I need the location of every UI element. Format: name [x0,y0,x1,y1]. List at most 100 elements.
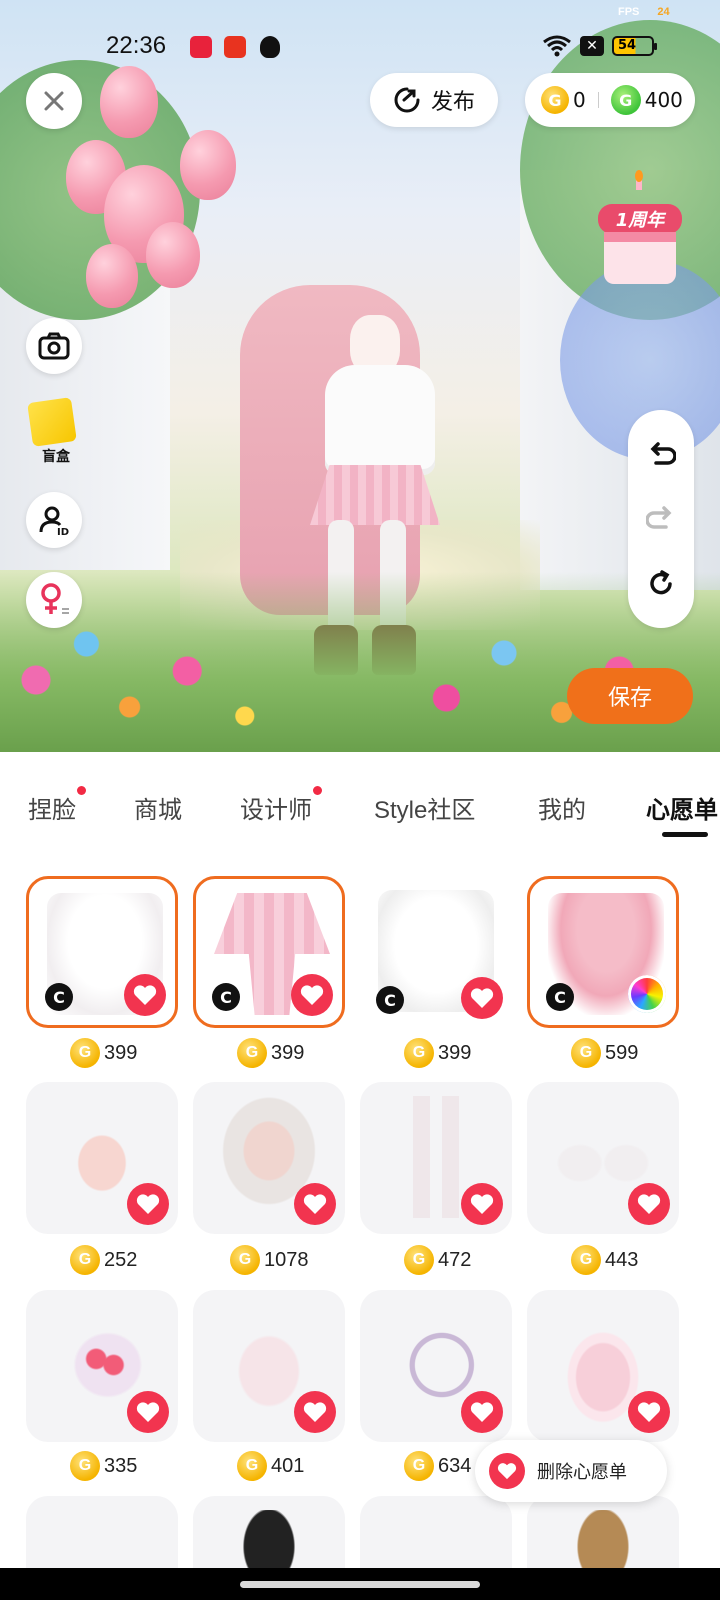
home-gesture-bar[interactable] [240,1581,480,1588]
anniversary-cake-badge[interactable]: 1周年 [590,170,690,290]
reset-icon [650,570,672,595]
item-price: G 472 [404,1243,471,1277]
item-price: G 634 [404,1449,471,1483]
item-card[interactable] [193,1082,345,1234]
gender-switch-button[interactable] [26,572,82,628]
wishlist-heart-button[interactable] [461,977,503,1019]
publish-button[interactable]: 发布 [370,73,498,127]
fps-counter: FPS 24 [618,6,670,18]
wishlist-heart-button[interactable] [461,1183,503,1225]
reset-button[interactable] [641,564,681,604]
coin-balance: 0 [573,88,586,112]
close-button[interactable] [26,73,82,129]
balloon [86,244,138,308]
heart-icon [300,985,324,1005]
color-picker-icon[interactable] [628,975,666,1013]
anniversary-label: 1周年 [615,210,665,231]
currency-panel[interactable]: G 0 G 400 [525,73,695,127]
item-card[interactable] [26,1082,178,1234]
notification-dot [313,786,322,795]
redo-button[interactable] [641,500,681,540]
female-icon [41,583,69,614]
price-value: 399 [438,1041,472,1064]
tab-shop[interactable]: 商城 [134,790,182,825]
item-card[interactable] [360,1290,512,1442]
wishlist-heart-button[interactable] [124,974,166,1016]
heart-icon-badge [489,1453,525,1489]
wishlist-heart-button[interactable] [628,1391,670,1433]
item-thumbnail [545,1510,661,1575]
price-value: 443 [605,1248,639,1271]
wishlist-heart-button[interactable] [294,1183,336,1225]
balloon [100,66,158,138]
gold-coin-icon: G [571,1245,601,1275]
wishlist-heart-button[interactable] [127,1391,169,1433]
camera-button[interactable] [26,318,82,374]
price-value: 401 [271,1454,305,1477]
price-value: 335 [104,1454,138,1477]
heart-icon [136,1402,160,1422]
item-price: G 401 [237,1449,304,1483]
battery-indicator: 54 [612,36,657,56]
balloon [180,130,236,200]
item-card[interactable] [360,1496,512,1575]
item-card[interactable] [527,1496,679,1575]
balloon [146,222,200,288]
undo-button[interactable] [641,436,681,476]
price-value: 599 [605,1041,639,1064]
item-card[interactable] [26,1496,178,1575]
gem-balance: 400 [644,88,683,112]
camera-icon [38,332,70,360]
gold-coin-icon: G [237,1038,267,1068]
item-card[interactable] [193,1496,345,1575]
wishlist-heart-button[interactable] [294,1391,336,1433]
heart-icon [136,1194,160,1214]
scene-flowers [0,572,720,752]
item-price: G 399 [404,1036,471,1070]
save-button[interactable]: 保存 [567,668,693,724]
price-value: 399 [271,1041,305,1064]
item-card[interactable]: C [26,876,178,1028]
gold-coin-icon: G [230,1245,260,1275]
gold-coin-icon: G [541,86,569,114]
wishlist-heart-button[interactable] [628,1183,670,1225]
tab-wishlist[interactable]: 心愿单 [646,790,718,825]
wishlist-heart-button[interactable] [461,1391,503,1433]
gold-coin-icon: G [70,1038,100,1068]
item-card[interactable] [527,1290,679,1442]
publish-label: 发布 [430,90,475,115]
category-tabs: 捏脸 商城 设计师 Style社区 我的 心愿单 [0,752,720,844]
item-card[interactable]: C [527,876,679,1028]
video-app-icon [224,36,246,58]
remove-wishlist-button[interactable]: 删除心愿单 [475,1440,667,1502]
heart-icon [133,985,157,1005]
item-card[interactable]: C [360,876,512,1028]
tab-designer[interactable]: 设计师 [240,786,322,825]
tab-mine[interactable]: 我的 [538,790,586,825]
wishlist-heart-button[interactable] [127,1183,169,1225]
item-card[interactable] [527,1082,679,1234]
tab-face[interactable]: 捏脸 [28,786,86,825]
profile-id-button[interactable]: ID [26,492,82,548]
wishlist-heart-button[interactable] [291,974,333,1016]
price-value: 252 [104,1248,138,1271]
undo-icon [650,442,676,465]
item-card[interactable]: C [193,876,345,1028]
gold-coin-icon: G [571,1038,601,1068]
heart-icon [470,1194,494,1214]
item-card[interactable] [193,1290,345,1442]
item-card[interactable] [360,1082,512,1234]
item-card[interactable] [26,1290,178,1442]
currency-divider [597,92,599,108]
blind-box-icon[interactable] [27,397,77,447]
creator-badge: C [212,983,240,1011]
status-time: 22:36 [106,32,167,59]
wifi-icon [543,35,571,57]
screen-record-icon [190,36,212,58]
tab-style-community[interactable]: Style社区 [374,790,475,825]
gold-coin-icon: G [404,1038,434,1068]
price-value: 399 [104,1041,138,1064]
heart-icon [303,1402,327,1422]
gold-coin-icon: G [404,1451,434,1481]
blind-box-label: 盲盒 [42,449,70,465]
